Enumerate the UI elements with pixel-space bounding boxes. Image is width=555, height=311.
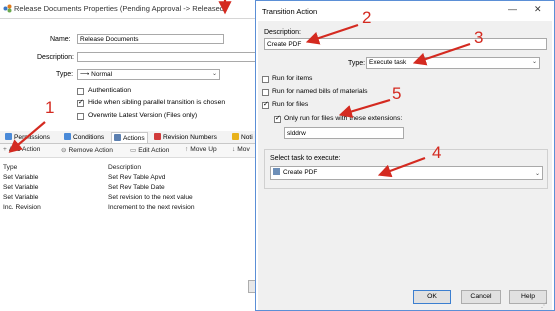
arrow-right-icon: ⟶ — [80, 71, 92, 78]
dialog-title: Transition Action — [262, 7, 318, 16]
actions-table: Type Description Set Variable Set Rev Tab… — [0, 162, 262, 222]
dialog-description-input[interactable]: Create PDF — [264, 38, 547, 50]
plus-icon: + — [3, 146, 7, 153]
arrow-up-icon: ↑ — [185, 146, 189, 153]
extensions-input[interactable]: slddrw — [284, 127, 404, 139]
edit-icon: ▭ — [130, 147, 137, 154]
properties-window: Release Documents Properties (Pending Ap… — [0, 0, 262, 311]
chevron-down-icon: ⌄ — [534, 171, 540, 177]
authentication-label: Authentication — [88, 87, 132, 94]
run-for-items-checkbox[interactable] — [262, 76, 269, 83]
type-label: Type: — [56, 71, 74, 78]
arrow-down-icon: ↓ — [232, 146, 236, 153]
actions-toolbar: + Add Action ⊖ Remove Action ▭ Edit Action … — [0, 144, 262, 158]
ok-button[interactable]: OK — [413, 290, 451, 304]
annotation-5: 5 — [392, 84, 402, 103]
type-value: Normal — [91, 71, 113, 78]
run-for-files-label: Run for files — [272, 101, 309, 108]
warning-icon — [232, 133, 239, 140]
description-field[interactable] — [77, 52, 262, 62]
table-cell-description[interactable]: Increment to the next revision — [108, 204, 195, 211]
table-cell-type[interactable]: Inc. Revision — [3, 204, 41, 211]
run-for-files-checkbox[interactable] — [262, 100, 269, 109]
pdf-task-icon — [273, 168, 280, 175]
table-cell-description[interactable]: Set Rev Table Date — [108, 184, 165, 191]
description-label: Description: — [37, 54, 74, 61]
table-cell-type[interactable]: Set Variable — [3, 184, 38, 191]
revision-icon — [154, 133, 161, 140]
remove-action-button[interactable]: ⊖ Remove Action — [61, 146, 113, 154]
permissions-icon — [5, 133, 12, 140]
only-extensions-checkbox[interactable] — [274, 114, 281, 123]
cancel-button[interactable]: Cancel — [461, 290, 501, 304]
table-cell-description[interactable]: Set Rev Table Apvd — [108, 174, 165, 181]
conditions-icon — [64, 133, 71, 140]
move-down-button[interactable]: ↓ Mov — [232, 146, 250, 153]
table-cell-type[interactable]: Set Variable — [3, 174, 38, 181]
dialog-type-value: Execute task — [369, 59, 407, 66]
actions-icon — [114, 134, 121, 141]
column-description: Description — [108, 164, 141, 171]
table-cell-description[interactable]: Set revision to the next value — [108, 194, 193, 201]
overwrite-checkbox[interactable] — [77, 113, 84, 120]
transition-action-dialog: Transition Action — ✕ Description: Creat… — [255, 0, 555, 311]
close-icon[interactable]: ✕ — [534, 4, 542, 15]
tab-revision-numbers[interactable]: Revision Numbers — [152, 132, 219, 143]
task-select[interactable]: Create PDF ⌄ — [270, 166, 543, 180]
tab-notifications[interactable]: Noti — [230, 132, 255, 143]
edit-action-button[interactable]: ▭ Edit Action — [130, 146, 169, 154]
annotation-3: 3 — [474, 28, 484, 47]
authentication-checkbox[interactable] — [77, 88, 84, 95]
chevron-down-icon: ⌄ — [531, 59, 537, 65]
minus-icon: ⊖ — [61, 147, 67, 154]
run-for-items-label: Run for items — [272, 75, 313, 82]
dialog-title-bar: Transition Action — ✕ — [256, 1, 554, 21]
name-field[interactable]: Release Documents — [77, 34, 224, 44]
hide-sibling-label: Hide when sibling parallel transition is… — [88, 99, 226, 106]
only-extensions-label: Only run for files with these extensions… — [284, 115, 403, 122]
type-select[interactable]: ⟶ Normal ⌄ — [77, 69, 220, 80]
task-value: Create PDF — [283, 169, 318, 176]
app-icon — [3, 4, 12, 13]
overwrite-label: Overwrite Latest Version (Files only) — [88, 112, 198, 119]
resize-grip-icon[interactable]: ⋰ — [541, 302, 547, 309]
table-cell-type[interactable]: Set Variable — [3, 194, 38, 201]
hide-sibling-checkbox[interactable] — [77, 98, 84, 107]
minimize-icon[interactable]: — — [508, 4, 517, 14]
annotation-1: 1 — [45, 98, 55, 117]
add-action-button[interactable]: + Add Action — [3, 146, 40, 153]
name-label: Name: — [50, 36, 71, 43]
move-up-button[interactable]: ↑ Move Up — [185, 146, 217, 153]
dialog-type-select[interactable]: Execute task ⌄ — [366, 57, 540, 69]
tab-permissions[interactable]: Permissions — [3, 132, 52, 143]
annotation-4: 4 — [432, 143, 442, 162]
dialog-description-label: Description: — [264, 29, 301, 36]
dialog-body: Description: Create PDF Type: Execute ta… — [258, 21, 552, 310]
tab-actions[interactable]: Actions — [111, 132, 148, 143]
properties-title-bar: Release Documents Properties (Pending Ap… — [0, 0, 262, 19]
dialog-type-label: Type: — [348, 60, 366, 67]
run-for-boms-checkbox[interactable] — [262, 89, 269, 96]
properties-title: Release Documents Properties (Pending Ap… — [14, 4, 227, 13]
task-label: Select task to execute: — [270, 155, 341, 162]
run-for-boms-label: Run for named bills of materials — [272, 88, 368, 95]
tab-strip: Permissions Conditions Actions Revision … — [0, 131, 262, 144]
annotation-2: 2 — [362, 8, 372, 27]
column-type: Type — [3, 164, 18, 171]
chevron-down-icon: ⌄ — [211, 71, 217, 77]
tab-conditions[interactable]: Conditions — [62, 132, 106, 143]
